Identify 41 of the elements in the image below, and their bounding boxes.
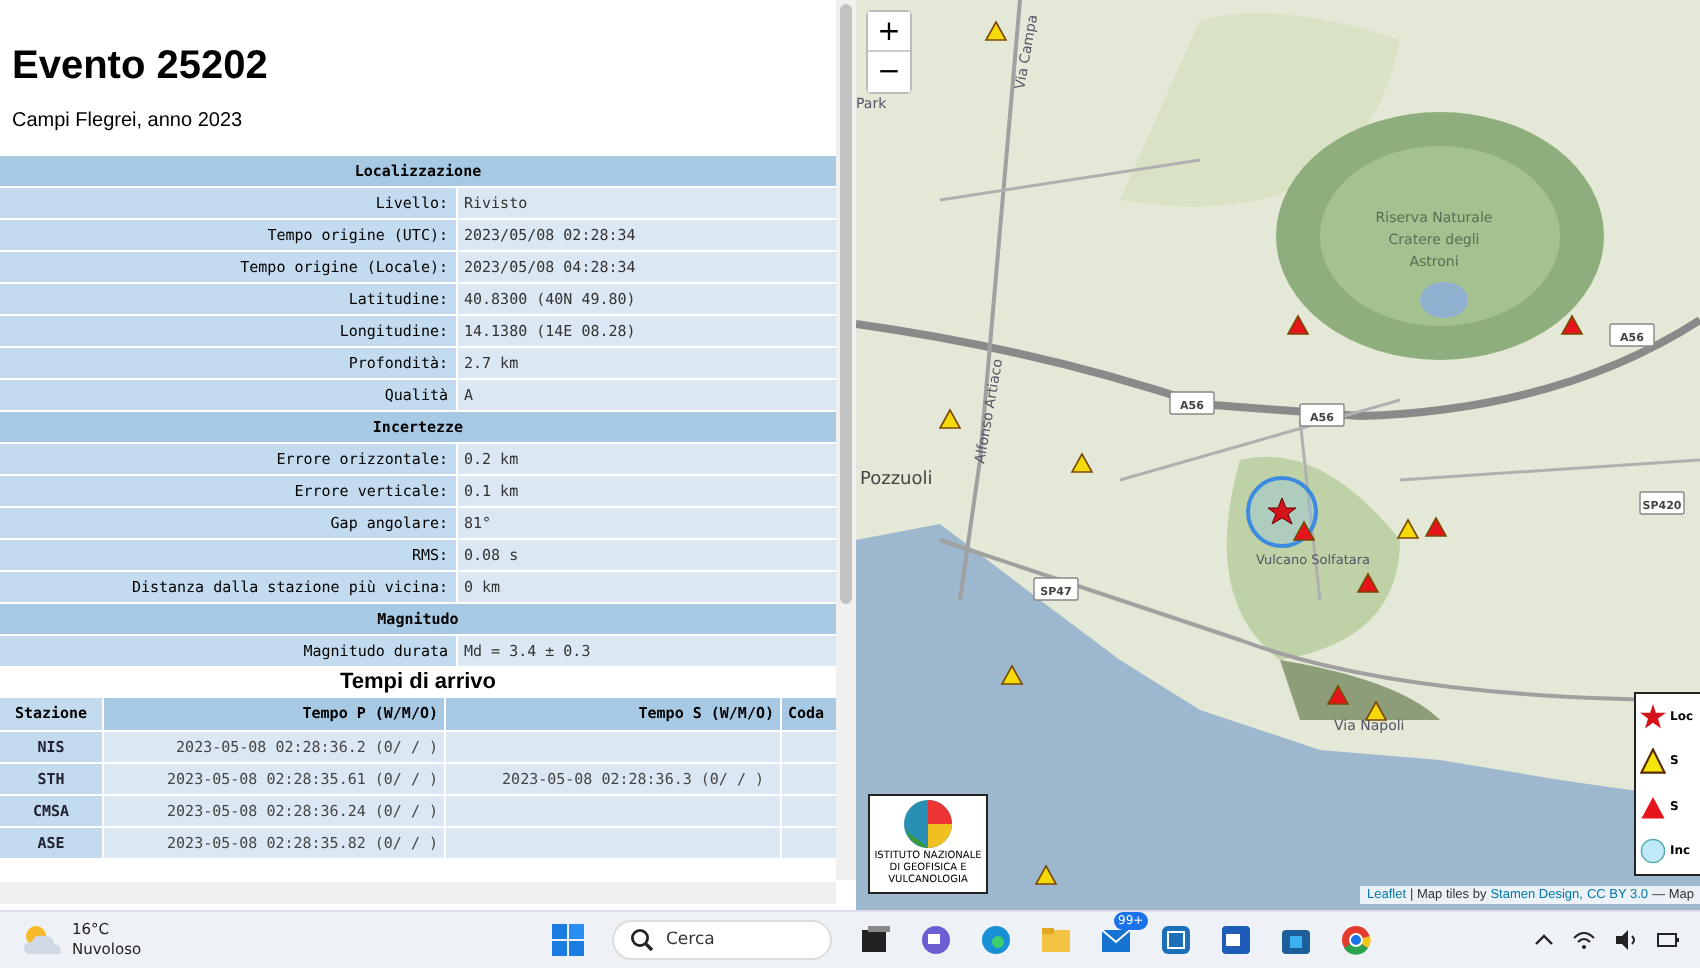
station-triangle-icon[interactable] xyxy=(1364,700,1388,721)
search-icon xyxy=(630,928,654,952)
event-title: Evento 25202 xyxy=(10,42,270,92)
station-triangle-icon[interactable] xyxy=(1424,516,1448,537)
station-triangle-icon[interactable] xyxy=(1356,572,1380,593)
station-triangle-icon[interactable] xyxy=(1326,684,1350,705)
station-triangle-icon[interactable] xyxy=(1000,664,1024,685)
vertical-scrollbar[interactable] xyxy=(836,0,856,880)
search-field[interactable]: Cerca xyxy=(612,920,832,960)
event-subtitle: Campi Flegrei, anno 2023 xyxy=(10,108,245,136)
station-triangle-icon[interactable] xyxy=(1560,314,1584,335)
station-triangle-icon[interactable] xyxy=(1286,314,1310,335)
windows-start-icon[interactable] xyxy=(552,924,584,956)
battery-icon[interactable] xyxy=(1656,930,1680,950)
speaker-icon[interactable] xyxy=(1614,930,1638,950)
browser-icon[interactable] xyxy=(980,924,1012,956)
town-label: Pozzuoli xyxy=(860,470,933,490)
wifi-icon[interactable] xyxy=(1572,930,1596,950)
station-triangle-icon[interactable] xyxy=(938,408,962,429)
epicenter-star-icon[interactable] xyxy=(1267,497,1297,525)
store-icon[interactable] xyxy=(1280,924,1312,956)
chat-icon[interactable] xyxy=(920,924,952,956)
arrivals-title: Tempi di arrivo xyxy=(337,668,499,698)
station-triangle-icon[interactable] xyxy=(984,20,1008,41)
mail-icon[interactable] xyxy=(1100,924,1132,956)
station-triangle-icon[interactable] xyxy=(1396,518,1420,539)
cube-app-icon[interactable] xyxy=(1160,924,1192,956)
globe-logo-icon xyxy=(902,798,954,850)
zoom-in-button[interactable]: + xyxy=(868,12,910,52)
word-icon[interactable] xyxy=(1220,924,1252,956)
station-triangle-icon[interactable] xyxy=(1034,864,1058,885)
circle-icon xyxy=(1640,838,1666,865)
uncertainty-circle xyxy=(1246,476,1318,548)
chevron-up-icon[interactable] xyxy=(1534,930,1554,950)
station-triangle-icon[interactable] xyxy=(1070,452,1094,473)
triangle-icon xyxy=(1640,748,1666,775)
station-triangle-icon[interactable] xyxy=(1292,520,1316,541)
chrome-icon[interactable] xyxy=(1340,924,1372,956)
star-icon xyxy=(1640,703,1666,730)
task-view-icon[interactable] xyxy=(860,924,892,956)
triangle-icon xyxy=(1640,793,1666,820)
